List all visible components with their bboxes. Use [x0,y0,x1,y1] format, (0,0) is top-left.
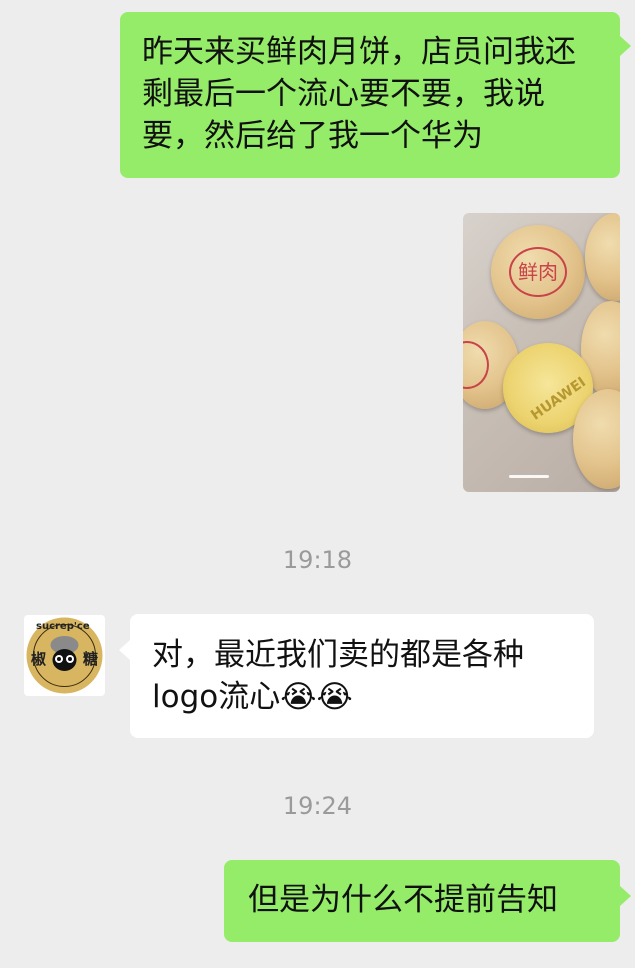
sent-message-2-tail [620,886,631,906]
sent-message-2[interactable]: 但是为什么不提前告知 [224,860,620,942]
received-message[interactable]: 对，最近我们卖的都是各种logo流心😭😭 [130,614,594,738]
sent-message-1-tail [620,36,631,56]
sent-message-1-text: 昨天来买鲜肉月饼，店员问我还剩最后一个流心要不要，我说要，然后给了我一个华为 [142,34,576,154]
timestamp: 19:24 [282,792,353,820]
sent-message-1[interactable]: 昨天来买鲜肉月饼，店员问我还剩最后一个流心要不要，我说要，然后给了我一个华为 [120,12,620,178]
received-message-tail [119,640,130,660]
avatar[interactable]: sucrep'ce 椒 糖 [24,615,105,696]
avatar-left-char: 椒 [31,650,47,668]
avatar-brand-text: sucrep'ce [36,621,90,632]
sent-message-2-text: 但是为什么不提前告知 [248,882,558,918]
photo-scroll-indicator [509,475,549,478]
mooncake-photo[interactable]: 鲜肉 HUAWEI [463,213,620,492]
fresh-meat-stamp: 鲜肉 [509,247,567,297]
crying-laughing-emoji-icon: 😭😭 [280,679,353,715]
avatar-right-char: 糖 [83,650,99,668]
timestamp: 19:18 [282,546,353,574]
mooncake-top-right [585,213,620,301]
mooncake-fresh-meat-1: 鲜肉 [491,225,585,319]
